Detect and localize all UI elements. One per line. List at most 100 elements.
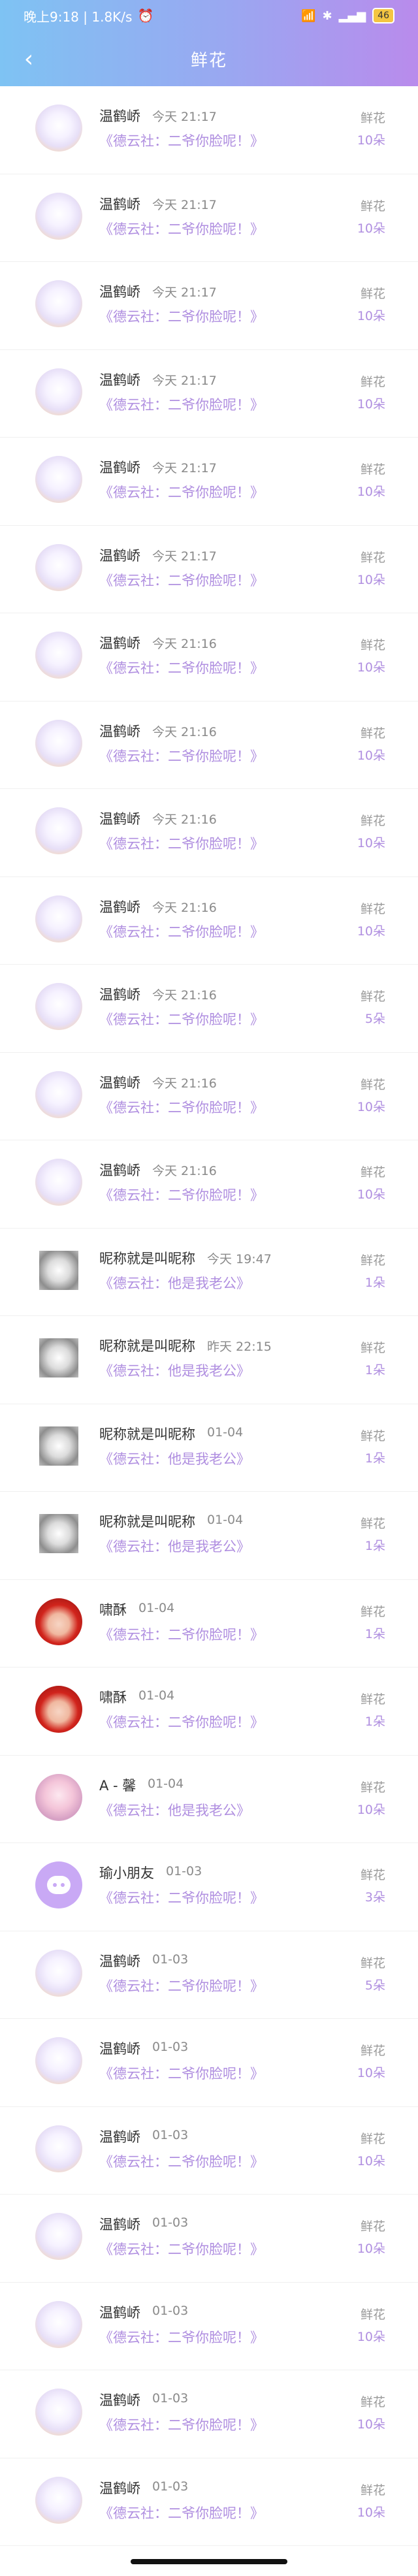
list-item[interactable]: 温鹤峤 今天 21:16 《德云社：二爷你脸呢！》 鲜花 5朵: [0, 965, 418, 1053]
avatar[interactable]: [39, 1426, 78, 1466]
avatar[interactable]: [35, 1071, 82, 1118]
user-name: 温鹤峤: [99, 2129, 140, 2145]
list-item[interactable]: 温鹤峤 今天 21:16 《德云社：二爷你脸呢！》 鲜花 10朵: [0, 701, 418, 789]
list-item[interactable]: 啸酥 01-04 《德云社：二爷你脸呢！》 鲜花 1朵: [0, 1580, 418, 1667]
avatar[interactable]: [35, 192, 82, 240]
list-item[interactable]: A - 馨 01-04 《德云社：他是我老公》 鲜花 10朵: [0, 1756, 418, 1843]
record-time: 01-03: [152, 1952, 189, 1967]
avatar[interactable]: [35, 807, 82, 854]
list-item[interactable]: 温鹤峤 今天 21:17 《德云社：二爷你脸呢！》 鲜花 10朵: [0, 350, 418, 438]
avatar[interactable]: [35, 456, 82, 503]
status-right: 📶 ✱ ▂▄▆ 46: [301, 8, 394, 24]
record-time: 01-04: [138, 1688, 175, 1703]
top-bar: 晚上9:18 | 1.8K/s ⏰ 📶 ✱ ▂▄▆ 46 ‹ 鲜花: [0, 0, 418, 86]
gift-count: 5朵: [364, 1012, 385, 1026]
avatar[interactable]: [35, 543, 82, 591]
avatar[interactable]: [39, 1338, 78, 1377]
avatar[interactable]: [35, 1949, 82, 1997]
avatar[interactable]: [35, 1773, 82, 1821]
alarm-icon: ⏰: [137, 8, 154, 24]
user-name: 温鹤峤: [99, 2217, 140, 2232]
list-item[interactable]: 温鹤峤 今天 21:16 《德云社：二爷你脸呢！》 鲜花 10朵: [0, 877, 418, 965]
list-item[interactable]: 温鹤峤 今天 21:17 《德云社：二爷你脸呢！》 鲜花 10朵: [0, 86, 418, 174]
book-title: 《德云社：二爷你脸呢！》: [99, 1099, 264, 1116]
record-time: 今天 21:16: [152, 813, 217, 827]
list-item[interactable]: 温鹤峤 今天 21:17 《德云社：二爷你脸呢！》 鲜花 10朵: [0, 262, 418, 350]
gift-count: 10朵: [357, 221, 385, 236]
list-item[interactable]: 温鹤峤 今天 21:16 《德云社：二爷你脸呢！》 鲜花 10朵: [0, 1140, 418, 1229]
user-name: 温鹤峤: [99, 1074, 140, 1091]
user-name: 啸酥: [99, 1690, 127, 1705]
avatar[interactable]: [35, 2037, 82, 2084]
avatar[interactable]: [35, 1686, 82, 1733]
list-item[interactable]: 温鹤峤 今天 21:17 《德云社：二爷你脸呢！》 鲜花 10朵: [0, 174, 418, 262]
gift-count: 10朵: [357, 2242, 385, 2256]
list-item[interactable]: 温鹤峤 今天 21:17 《德云社：二爷你脸呢！》 鲜花 10朵: [0, 438, 418, 526]
book-title: 《德云社：二爷你脸呢！》: [99, 2242, 264, 2257]
list-item[interactable]: 啸酥 01-04 《德云社：二爷你脸呢！》 鲜花 1朵: [0, 1667, 418, 1756]
list-item[interactable]: 温鹤峤 01-03 《德云社：二爷你脸呢！》 鲜花 5朵: [0, 1931, 418, 2019]
avatar[interactable]: [35, 2213, 82, 2260]
avatar[interactable]: [35, 368, 82, 415]
gift-count: 5朵: [364, 1978, 385, 1993]
book-title: 《德云社：二爷你脸呢！》: [99, 133, 264, 149]
record-time: 今天 21:17: [152, 549, 217, 564]
list-item[interactable]: 温鹤峤 01-03 《德云社：二爷你脸呢！》 鲜花 10朵: [0, 2019, 418, 2107]
avatar[interactable]: [35, 1861, 82, 1908]
record-time: 01-04: [207, 1425, 244, 1440]
gift-count: 1朵: [364, 1275, 385, 1290]
avatar[interactable]: [35, 2125, 82, 2172]
list-item[interactable]: 温鹤峤 今天 21:16 《德云社：二爷你脸呢！》 鲜花 10朵: [0, 1053, 418, 1140]
book-title: 《德云社：二爷你脸呢！》: [99, 1890, 264, 1906]
gift-type: 鲜花: [360, 2395, 385, 2409]
avatar[interactable]: [35, 983, 82, 1030]
user-name: A - 馨: [99, 1777, 137, 1794]
list-item[interactable]: 昵称就是叫昵称 昨天 22:15 《德云社：他是我老公》 鲜花 1朵: [0, 1316, 418, 1404]
list-item[interactable]: 温鹤峤 01-03 《德云社：二爷你脸呢！》 鲜花 10朵: [0, 2107, 418, 2195]
back-arrow-icon[interactable]: ‹: [13, 43, 44, 74]
list-item[interactable]: 温鹤峤 01-03 《德云社：二爷你脸呢！》 鲜花 10朵: [0, 2370, 418, 2458]
avatar[interactable]: [35, 1598, 82, 1645]
avatar[interactable]: [35, 280, 82, 327]
avatar[interactable]: [35, 632, 82, 679]
list-item[interactable]: 昵称就是叫昵称 01-04 《德云社：他是我老公》 鲜花 1朵: [0, 1404, 418, 1492]
avatar[interactable]: [35, 1159, 82, 1206]
gift-type: 鲜花: [360, 462, 385, 477]
avatar[interactable]: [39, 1250, 78, 1290]
list-item[interactable]: 温鹤峤 01-03 《德云社：二爷你脸呢！》 鲜花 10朵: [0, 2283, 418, 2370]
gift-type: 鲜花: [360, 287, 385, 301]
book-title: 《德云社：二爷你脸呢！》: [99, 2505, 264, 2521]
gift-type: 鲜花: [360, 1604, 385, 1619]
avatar[interactable]: [35, 2389, 82, 2436]
wifi-icon: 📶: [301, 8, 316, 23]
avatar[interactable]: [39, 1514, 78, 1553]
book-title: 《德云社：二爷你脸呢！》: [99, 1626, 264, 1643]
list-item[interactable]: 昵称就是叫昵称 01-04 《德云社：他是我老公》 鲜花 1朵: [0, 1492, 418, 1580]
list-item[interactable]: 温鹤峤 01-03 《德云社：二爷你脸呢！》 鲜花 10朵: [0, 2195, 418, 2283]
user-name: 温鹤峤: [99, 2480, 140, 2496]
avatar[interactable]: [35, 2300, 82, 2348]
nav-bar: ‹ 鲜花: [0, 31, 418, 86]
avatar[interactable]: [35, 895, 82, 942]
gift-count: 1朵: [364, 1539, 385, 1553]
list-item[interactable]: 温鹤峤 01-03 《德云社：二爷你脸呢！》 鲜花 10朵: [0, 2458, 418, 2546]
gift-count: 3朵: [364, 1890, 385, 1905]
list-item[interactable]: 温鹤峤 今天 21:16 《德云社：二爷你脸呢！》 鲜花 10朵: [0, 789, 418, 877]
gift-count: 1朵: [364, 1451, 385, 1466]
list-item[interactable]: 温鹤峤 今天 21:16 《德云社：二爷你脸呢！》 鲜花 10朵: [0, 613, 418, 701]
list-item[interactable]: 温鹤峤 今天 21:17 《德云社：二爷你脸呢！》 鲜花 10朵: [0, 526, 418, 613]
list-item[interactable]: 昵称就是叫昵称 今天 19:47 《德云社：他是我老公》 鲜花 1朵: [0, 1229, 418, 1316]
gift-count: 1朵: [364, 1363, 385, 1377]
avatar[interactable]: [35, 105, 82, 152]
user-name: 温鹤峤: [99, 2304, 140, 2321]
gift-type: 鲜花: [360, 1253, 385, 1268]
gift-type: 鲜花: [360, 374, 385, 389]
gift-count: 1朵: [364, 1626, 385, 1641]
avatar[interactable]: [35, 2476, 82, 2524]
record-time: 01-03: [152, 2479, 189, 2494]
home-indicator[interactable]: [131, 2559, 287, 2564]
avatar[interactable]: [35, 719, 82, 767]
list-item[interactable]: 瑜小朋友 01-03 《德云社：二爷你脸呢！》 鲜花 3朵: [0, 1843, 418, 1931]
gift-type: 鲜花: [360, 1341, 385, 1355]
gift-count: 10朵: [357, 133, 385, 148]
